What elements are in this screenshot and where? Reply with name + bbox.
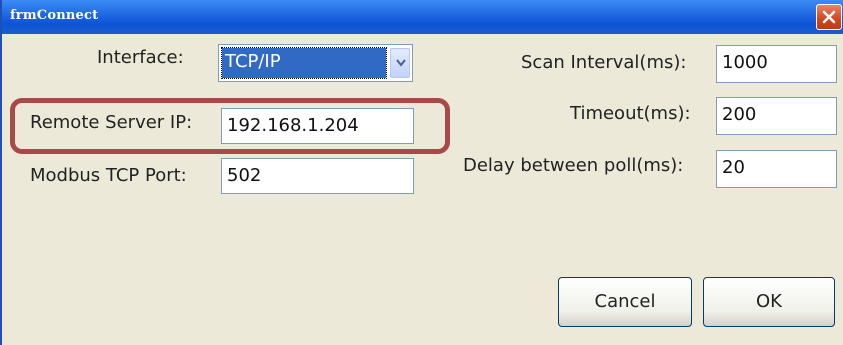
title-bar[interactable]: frmConnect bbox=[2, 0, 843, 34]
ok-button[interactable]: OK bbox=[703, 277, 835, 327]
interface-label: Interface: bbox=[97, 47, 184, 68]
dialog-body: Interface: TCP/IP Remote Server IP: 192.… bbox=[2, 34, 843, 345]
close-button[interactable] bbox=[816, 4, 842, 30]
scan-interval-input[interactable]: 1000 bbox=[716, 45, 837, 83]
cancel-button[interactable]: Cancel bbox=[558, 277, 692, 327]
window-title: frmConnect bbox=[10, 8, 99, 23]
close-icon bbox=[822, 10, 836, 24]
highlight-annotation bbox=[10, 98, 450, 154]
interface-selected-value: TCP/IP bbox=[221, 47, 387, 79]
interface-select[interactable]: TCP/IP bbox=[218, 44, 413, 82]
scan-interval-label: Scan Interval(ms): bbox=[521, 52, 687, 73]
modbus-tcp-port-label: Modbus TCP Port: bbox=[30, 165, 187, 186]
timeout-label: Timeout(ms): bbox=[570, 103, 691, 124]
dialog-window: frmConnect Interface: TCP/IP Remote Serv… bbox=[0, 0, 843, 345]
timeout-input[interactable]: 200 bbox=[716, 97, 837, 135]
delay-between-poll-input[interactable]: 20 bbox=[716, 150, 837, 188]
dropdown-button[interactable] bbox=[390, 48, 410, 78]
modbus-tcp-port-input[interactable]: 502 bbox=[221, 158, 414, 194]
delay-between-poll-label: Delay between poll(ms): bbox=[463, 155, 684, 176]
chevron-down-icon bbox=[396, 59, 406, 67]
